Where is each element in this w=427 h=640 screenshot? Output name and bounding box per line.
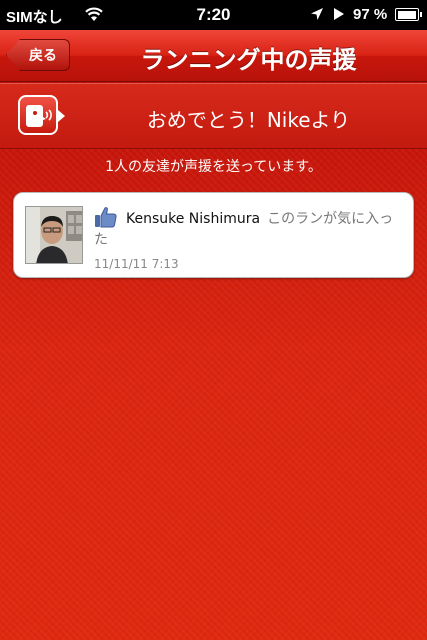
avatar [25, 206, 83, 264]
cheer-comment: Kensuke Nishimura このランが気に入った [94, 209, 404, 251]
status-bar: SIMなし 7:20 97 % [0, 0, 427, 30]
battery-icon [395, 8, 422, 21]
location-arrow-icon [311, 8, 323, 20]
friend-name[interactable]: Kensuke Nishimura [126, 211, 260, 227]
play-icon [334, 8, 344, 20]
cheer-title: おめでとう！Nikeより [146, 108, 351, 132]
page-title: ランニング中の声援 [140, 46, 357, 74]
battery-fill [397, 10, 416, 19]
back-button[interactable]: 戻る [6, 39, 70, 71]
cheer-card[interactable]: Kensuke Nishimura このランが気に入った 11/11/11 7:1… [13, 192, 414, 278]
cheer-speech-icon [18, 95, 65, 135]
friends-count-text: 1人の友達が声援を送っています。 [105, 159, 322, 175]
cheer-timestamp: 11/11/11 7:13 [94, 257, 179, 271]
cheer-header: おめでとう！Nikeより [0, 83, 427, 149]
navigation-bar: 戻る ランニング中の声援 [0, 30, 427, 82]
battery-percentage: 97 % [353, 6, 388, 23]
